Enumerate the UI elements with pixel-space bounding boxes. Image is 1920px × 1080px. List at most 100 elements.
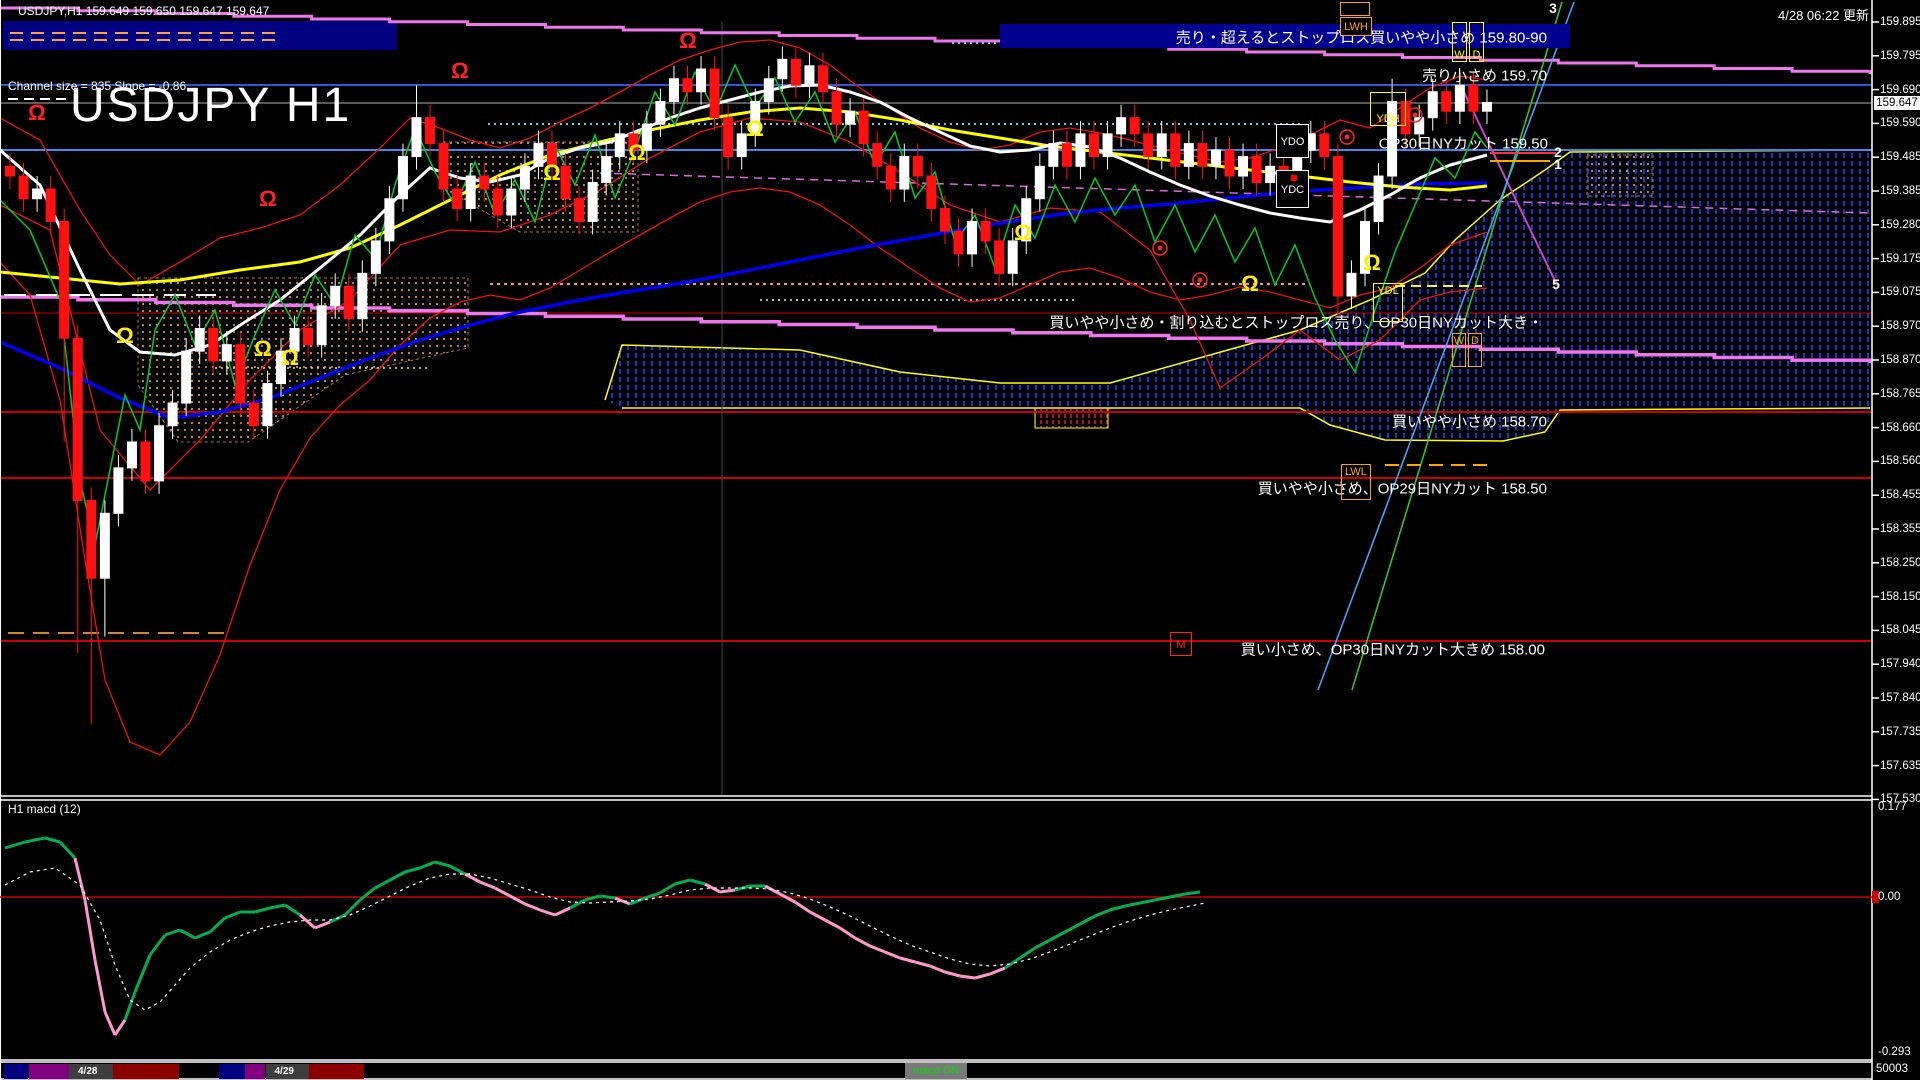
watermark-symbol: USDJPY H1 [70,78,351,133]
level-box-ydc: YDC [1276,170,1309,208]
price-chart-canvas[interactable]: ΩΩΩΩΩΩΩΩΩΩΩΩΩ3215 [0,0,1920,1080]
buy-signal-icon: Ω [628,140,646,165]
alert-dot-icon [1345,135,1350,140]
alert-dot-icon [1198,278,1203,283]
level-box-d: D [1468,333,1482,367]
level-box-label: YDL [1374,285,1402,297]
price-tick-label: 159.590 [1880,117,1920,129]
bollinger-upper [0,40,1487,285]
buy-signal-icon: Ω [1363,250,1381,275]
level-box [1340,2,1370,16]
session-segment [309,1064,364,1079]
price-tick-label: 158.970 [1880,320,1920,332]
last-update-timestamp: 4/28 06:22 更新 [1778,5,1869,24]
macd-line-segment [810,912,825,920]
macd-line-segment [125,992,135,1020]
level-box-lwl: LWL [1341,464,1371,500]
buy-signal-icon: Ω [746,116,764,141]
past-kumo-patch [1587,155,1653,196]
macd-line-segment [1050,932,1065,940]
level-box-ydl: YDL [1373,283,1403,322]
macd-toggle-button[interactable]: macd ON [905,1063,967,1079]
buy-signal-icon: Ω [1241,271,1259,296]
macd-line-segment [855,938,870,946]
price-tick-label: 158.355 [1880,523,1920,535]
level-box-label: YDH [1371,113,1405,125]
trade-note-a2: 売り小さめ 159.70 [1422,65,1547,86]
price-tick-label: 158.455 [1880,489,1920,501]
macd-line-segment [25,838,45,842]
macd-line-segment [255,908,270,912]
price-tick-label: 158.765 [1880,388,1920,400]
wave-count-label: 5 [1552,276,1560,292]
sell-signal-icon: Ω [451,58,469,83]
macd-line-segment [1035,940,1050,948]
macd-line-segment [420,862,435,868]
macd-line-segment [450,866,465,874]
price-tick-label: 159.175 [1880,253,1920,265]
trade-note-a7: 買い小さめ、OP30日NYカット大きめ 158.00 [1241,639,1545,660]
macd-line-segment [930,966,945,972]
macd-line-segment [5,842,25,848]
price-tick-label: 159.895 [1880,16,1920,28]
macd-signal-line [5,868,1205,1010]
macd-line-segment [870,946,885,952]
macd-line-segment [300,915,315,928]
trade-note-a5: 買いやや小さめ 158.70 [1392,411,1547,432]
level-box-label: YDO [1277,136,1308,148]
wave-count-label: 3 [1549,0,1557,16]
sell-signal-icon: Ω [259,186,277,211]
macd-line-segment [1125,903,1140,906]
buy-signal-icon: Ω [281,345,299,370]
macd-line-segment [435,862,450,866]
price-tick-label: 159.280 [1880,219,1920,231]
sell-signal-icon: Ω [679,28,697,53]
macd-line-segment [945,972,960,976]
macd-line-segment [390,872,405,880]
macd-line-segment [60,842,75,858]
macd-line-segment [615,898,630,904]
macd-indicator-label: H1 macd (12) [8,802,81,816]
macd-line-segment [825,920,840,928]
macd-line-segment [480,882,495,888]
macd-axis-zero: 0.00 [1878,891,1900,903]
level-box-w: W [1452,333,1466,367]
level-box-label: W [1453,49,1466,61]
price-tick-label: 158.045 [1880,624,1920,636]
macd-line-segment [675,880,690,884]
macd-line-segment [900,958,915,962]
level-box-label: D [1469,335,1481,347]
tick-volume-label: 50003 [1876,1063,1908,1075]
price-tick-label: 158.660 [1880,422,1920,434]
trade-note-a4: 買いやや小さめ・割り込むとストップロス売り、OP30日NYカット大き・ [1049,312,1543,333]
macd-line-segment [105,1012,115,1035]
price-tick-label: 158.250 [1880,557,1920,569]
macd-axis-max: 0.177 [1878,801,1907,813]
level-box-label: LWH [1341,21,1371,33]
price-tick-label: 157.735 [1880,726,1920,738]
macd-line-segment [1065,924,1080,932]
macd-line-segment [165,930,180,935]
macd-line-segment [525,904,540,910]
level-box-d: D [1469,22,1484,62]
session-segment [245,1064,265,1079]
macd-line-segment [315,922,330,928]
price-tick-label: 159.075 [1880,286,1920,298]
buy-signal-icon: Ω [116,323,134,348]
trade-note-a6: 買いやや小さめ、OP29日NYカット 158.50 [1258,478,1547,499]
level-box-m: M [1170,632,1192,656]
level-box-label: D [1470,49,1483,61]
price-tick-label: 157.635 [1880,760,1920,772]
macd-line-segment [210,918,225,932]
session-segment [29,1064,69,1079]
session-segment [219,1064,245,1079]
macd-line-segment [1005,958,1020,968]
macd-line-segment [115,1020,125,1035]
trade-note-a3: OP30日NYカット 159.50 [1379,133,1548,154]
macd-line-segment [465,874,480,882]
macd-line-segment [345,900,360,915]
alert-dot-icon [1158,246,1163,251]
macd-line-segment [225,912,240,918]
macd-line-segment [150,935,165,955]
macd-line-segment [1110,906,1125,910]
